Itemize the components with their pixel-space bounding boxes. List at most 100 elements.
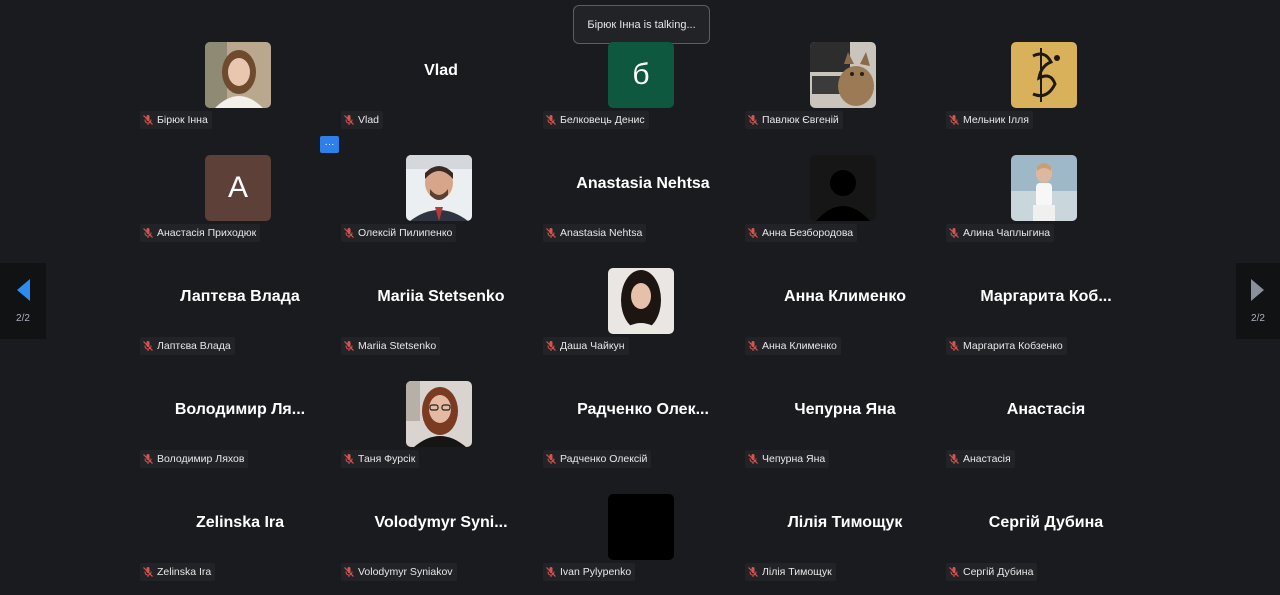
participant-display-name: Vlad (424, 62, 458, 79)
participant-name-label: Чепурна Яна (745, 450, 830, 468)
mic-muted-icon (747, 114, 759, 126)
participant-name: Таня Фурсік (358, 453, 416, 465)
participant-name-label: Таня Фурсік (341, 450, 420, 468)
participant-tile[interactable]: Маргарита Коб... Маргарита Кобзенко (946, 266, 1146, 376)
talking-indicator: Бірюк Інна is talking... (573, 5, 710, 44)
participant-tile[interactable]: Таня Фурсік (341, 379, 541, 489)
participant-name-label: Даша Чайкун (543, 337, 629, 355)
avatar-letter: б (608, 42, 674, 108)
participant-name: Чепурна Яна (762, 453, 826, 465)
mic-muted-icon (747, 340, 759, 352)
participant-tile[interactable]: Anastasia Nehtsa Anastasia Nehtsa (543, 153, 743, 263)
participant-name-label: Павлюк Євгеній (745, 111, 843, 129)
participant-name: Mariia Stetsenko (358, 340, 437, 352)
chevron-right-icon (1250, 278, 1266, 307)
participant-name-label: Сергій Дубина (946, 563, 1038, 581)
participant-tile[interactable]: Бірюк Інна (140, 40, 340, 150)
participant-name: Ivan Pylypenko (560, 566, 632, 578)
participant-display-name: Володимир Ля... (174, 401, 306, 418)
participant-tile[interactable]: Даша Чайкун (543, 266, 743, 376)
next-page-button[interactable]: 2/2 (1236, 263, 1280, 339)
mic-muted-icon (343, 566, 355, 578)
participant-tile[interactable]: A Анастасія Приходюк (140, 153, 340, 263)
participant-name-label: Anastasia Nehtsa (543, 224, 647, 242)
participant-tile[interactable]: Zelinska Ira Zelinska Ira (140, 492, 340, 595)
participant-name: Vlad (358, 114, 380, 126)
participant-name-label: Анна Безбородова (745, 224, 858, 242)
participant-display-name: Анастасія (1006, 401, 1086, 418)
participant-name: Радченко Олексій (560, 453, 648, 465)
participant-name-label: Mariia Stetsenko (341, 337, 441, 355)
participant-name: Олексій Пилипенко (358, 227, 453, 239)
avatar (810, 42, 876, 108)
participant-name-label: Мельник Ілля (946, 111, 1033, 129)
participant-tile[interactable]: Volodymyr Syni... Volodymyr Syniakov (341, 492, 541, 595)
participant-tile[interactable]: Сергій Дубина Сергій Дубина (946, 492, 1146, 595)
participant-name-label: Белковець Денис (543, 111, 649, 129)
participant-tile[interactable]: Павлюк Євгеній (745, 40, 945, 150)
avatar: A (205, 155, 271, 221)
participant-display-name: Лілія Тимощук (787, 514, 903, 531)
mic-muted-icon (545, 340, 557, 352)
participant-name: Анна Безбородова (762, 227, 854, 239)
participant-name: Сергій Дубина (963, 566, 1034, 578)
mic-muted-icon (545, 566, 557, 578)
participant-tile[interactable]: Володимир Ля... Володимир Ляхов (140, 379, 340, 489)
participant-display-name: Радченко Олек... (577, 401, 709, 418)
participant-tile[interactable]: Чепурна Яна Чепурна Яна (745, 379, 945, 489)
participant-display-name: Чепурна Яна (794, 401, 896, 418)
participant-name: Лаптєва Влада (157, 340, 231, 352)
avatar (406, 155, 472, 221)
participant-tile[interactable]: Олексій Пилипенко (341, 153, 541, 263)
prev-page-indicator: 2/2 (16, 313, 30, 324)
participant-display-name: Volodymyr Syni... (374, 514, 508, 531)
participant-tile[interactable]: Анна Безбородова (745, 153, 945, 263)
participant-display-name: Anastasia Nehtsa (576, 175, 710, 192)
video-gallery: Бірюк Інна is talking... 2/2 2/2 ··· Бір… (0, 0, 1280, 595)
prev-page-button[interactable]: 2/2 (0, 263, 46, 339)
mic-muted-icon (948, 453, 960, 465)
mic-muted-icon (142, 453, 154, 465)
participant-tile[interactable]: б Белковець Денис (543, 40, 743, 150)
mic-muted-icon (142, 566, 154, 578)
participant-tile[interactable]: Радченко Олек... Радченко Олексій (543, 379, 743, 489)
participant-tile[interactable]: Лаптєва Влада Лаптєва Влада (140, 266, 340, 376)
next-page-indicator: 2/2 (1251, 313, 1265, 324)
participant-name-label: Алина Чаплыгина (946, 224, 1055, 242)
participant-name-label: Бірюк Інна (140, 111, 212, 129)
mic-muted-icon (948, 227, 960, 239)
avatar (1011, 155, 1077, 221)
participant-name: Лілія Тимощук (762, 566, 832, 578)
participant-name: Анастасія Приходюк (157, 227, 257, 239)
participant-tile[interactable]: Анна Клименко Анна Клименко (745, 266, 945, 376)
mic-muted-icon (343, 227, 355, 239)
participant-tile[interactable]: Ivan Pylypenko (543, 492, 743, 595)
avatar: б (608, 42, 674, 108)
participant-tile[interactable]: Анастасія Анастасія (946, 379, 1146, 489)
avatar (810, 155, 876, 221)
participant-tile[interactable]: Алина Чаплыгина (946, 153, 1146, 263)
mic-muted-icon (747, 227, 759, 239)
mic-muted-icon (343, 340, 355, 352)
participant-name-label: Володимир Ляхов (140, 450, 249, 468)
avatar (608, 268, 674, 334)
participant-display-name: Маргарита Коб... (980, 288, 1112, 305)
mic-muted-icon (747, 566, 759, 578)
avatar (205, 42, 271, 108)
participant-tile[interactable]: Mariia Stetsenko Mariia Stetsenko (341, 266, 541, 376)
participant-name: Анна Клименко (762, 340, 837, 352)
mic-muted-icon (343, 453, 355, 465)
participant-name: Маргарита Кобзенко (963, 340, 1063, 352)
participant-name: Anastasia Nehtsa (560, 227, 643, 239)
chevron-left-icon (15, 278, 31, 307)
participant-tile[interactable]: Мельник Ілля (946, 40, 1146, 150)
participant-name-label: Анастасія Приходюк (140, 224, 261, 242)
participant-name-label: Лілія Тимощук (745, 563, 836, 581)
participant-tile[interactable]: Vlad Vlad (341, 40, 541, 150)
avatar (406, 381, 472, 447)
participant-display-name: Анна Клименко (784, 288, 906, 305)
participant-tile[interactable]: Лілія Тимощук Лілія Тимощук (745, 492, 945, 595)
participant-display-name: Mariia Stetsenko (377, 288, 505, 305)
participant-name: Volodymyr Syniakov (358, 566, 453, 578)
participant-name: Даша Чайкун (560, 340, 625, 352)
